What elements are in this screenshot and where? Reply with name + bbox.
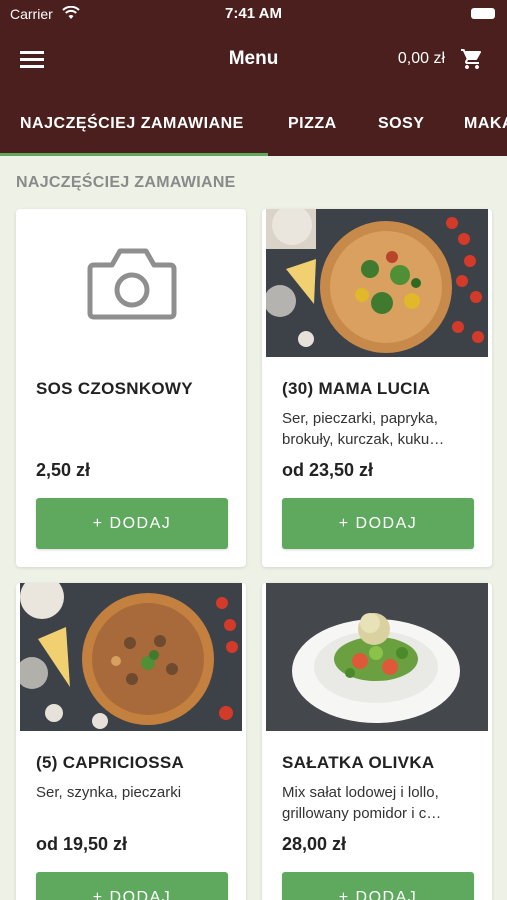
product-description: Mix sałat lodowej i lollo, grillowany po… <box>282 784 442 822</box>
product-card[interactable]: (5) CAPRICIOSSA Ser, szynka, pieczarki o… <box>16 583 246 900</box>
product-price: 28,00 zł <box>282 834 347 854</box>
section-title: NAJCZĘŚCIEJ ZAMAWIANE <box>16 174 236 191</box>
tab-maka[interactable]: MAKA <box>464 92 507 156</box>
product-image <box>266 583 488 731</box>
shopping-cart-icon[interactable] <box>459 47 485 71</box>
salad-photo <box>266 583 488 731</box>
pizza-photo <box>266 209 488 357</box>
tab-najczesciej-zamawiane[interactable]: NAJCZĘŚCIEJ ZAMAWIANE <box>20 92 244 156</box>
add-to-cart-button[interactable]: + DODAJ <box>282 872 474 900</box>
product-name: SOS CZOSNKOWY <box>36 379 193 398</box>
product-price: od 23,50 zł <box>282 460 374 480</box>
product-image <box>266 209 488 357</box>
product-name: (5) CAPRICIOSSA <box>36 753 185 772</box>
tab-pizza[interactable]: PIZZA <box>288 92 337 156</box>
product-card[interactable]: (30) MAMA LUCIA Ser, pieczarki, papryka,… <box>262 209 492 567</box>
battery-icon <box>471 8 495 19</box>
add-to-cart-button[interactable]: + DODAJ <box>36 872 228 900</box>
add-to-cart-button[interactable]: + DODAJ <box>282 498 474 549</box>
product-description: Ser, pieczarki, papryka, brokuły, kurcza… <box>282 410 445 448</box>
clock: 7:41 AM <box>225 5 282 22</box>
status-bar: Carrier 7:41 AM <box>0 0 507 28</box>
category-tabs: NAJCZĘŚCIEJ ZAMAWIANE PIZZA SOSY MAKA <box>0 92 507 156</box>
product-price: od 19,50 zł <box>36 834 128 854</box>
app-bar: Menu 0,00 zł <box>0 28 507 92</box>
add-to-cart-button[interactable]: + DODAJ <box>36 498 228 549</box>
product-card[interactable]: SAŁATKA OLIVKA Mix sałat lodowej i lollo… <box>262 583 492 900</box>
product-image <box>20 583 242 731</box>
product-description: Ser, szynka, pieczarki <box>36 784 182 801</box>
product-image <box>20 209 242 357</box>
product-name: (30) MAMA LUCIA <box>282 379 431 398</box>
product-price: 2,50 zł <box>36 460 91 480</box>
product-card[interactable]: SOS CZOSNKOWY 2,50 zł + DODAJ <box>16 209 246 567</box>
active-tab-indicator <box>0 153 268 156</box>
cart-total[interactable]: 0,00 zł <box>398 50 445 68</box>
pizza-photo <box>20 583 242 731</box>
camera-placeholder-icon <box>20 209 242 357</box>
product-name: SAŁATKA OLIVKA <box>282 753 435 772</box>
tab-sosy[interactable]: SOSY <box>378 92 424 156</box>
